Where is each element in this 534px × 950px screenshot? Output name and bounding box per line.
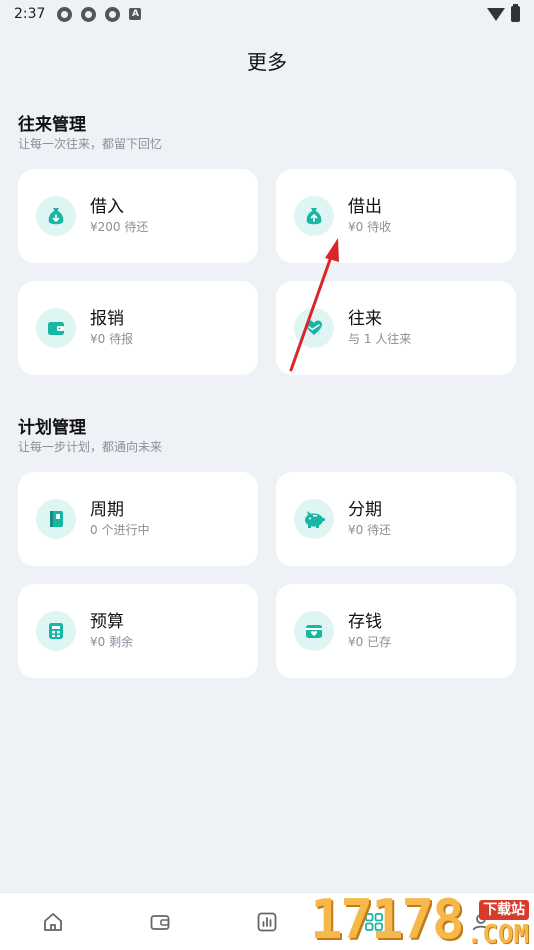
book-icon	[36, 499, 76, 539]
calculator-icon	[36, 611, 76, 651]
status-bar: 2:37 A	[0, 0, 534, 28]
section-subtitle-plans: 让每一步计划，都通向未来	[18, 440, 163, 454]
card-label: 预算	[90, 612, 124, 632]
card-subtext: ¥0 待收	[348, 220, 392, 234]
card-subtext: ¥200 待还	[90, 220, 149, 234]
card-subtext: 与 1 人往来	[348, 332, 412, 346]
card-subtext: ¥0 待还	[348, 523, 392, 537]
home-icon	[44, 912, 63, 931]
page-title: 更多	[247, 50, 287, 74]
card-label: 周期	[90, 500, 124, 520]
card-label: 借出	[348, 197, 382, 217]
tab-home[interactable]	[33, 902, 73, 942]
watermark-logo: 17178 下载站 .COM	[310, 886, 534, 950]
chart-icon	[257, 912, 277, 931]
tab-stats[interactable]	[247, 902, 287, 942]
money-bag-up-icon	[294, 196, 334, 236]
wallet-icon	[150, 914, 170, 930]
card-cycle[interactable]: 周期 0 个进行中	[18, 472, 258, 566]
section-title-plans: 计划管理	[18, 418, 86, 438]
status-time: 2:37	[14, 6, 46, 22]
card-installment[interactable]: 分期 ¥0 待还	[276, 472, 516, 566]
heart-hands-icon	[294, 308, 334, 348]
card-subtext: 0 个进行中	[90, 523, 150, 537]
wallet-icon	[36, 308, 76, 348]
notification-a-icon: A	[129, 8, 142, 20]
card-subtext: ¥0 剩余	[90, 635, 134, 649]
wifi-icon	[487, 7, 505, 21]
status-right	[487, 4, 520, 22]
notification-icon	[81, 6, 97, 22]
card-label: 借入	[90, 197, 124, 217]
card-reimburse[interactable]: 报销 ¥0 待报	[18, 281, 258, 375]
watermark-suffix: .COM	[466, 920, 530, 950]
card-label: 存钱	[348, 612, 382, 632]
watermark-digits: 17178	[310, 888, 465, 950]
battery-icon	[511, 4, 520, 22]
money-bag-down-icon	[36, 196, 76, 236]
card-contacts[interactable]: 往来 与 1 人往来	[276, 281, 516, 375]
card-heart-icon	[294, 611, 334, 651]
card-label: 报销	[90, 309, 124, 329]
card-lend-out[interactable]: 借出 ¥0 待收	[276, 169, 516, 263]
section-subtitle-contacts: 让每一次往来，都留下回忆	[18, 137, 163, 151]
card-label: 分期	[348, 500, 382, 520]
notification-icon	[57, 6, 73, 22]
section-title-contacts: 往来管理	[18, 115, 86, 135]
card-budget[interactable]: 预算 ¥0 剩余	[18, 584, 258, 678]
card-label: 往来	[348, 309, 382, 329]
notification-icon	[105, 6, 121, 22]
card-subtext: ¥0 已存	[348, 635, 392, 649]
tab-wallet[interactable]	[140, 902, 180, 942]
card-subtext: ¥0 待报	[90, 332, 134, 346]
watermark-badge: 下载站	[479, 900, 530, 920]
card-savings[interactable]: 存钱 ¥0 已存	[276, 584, 516, 678]
piggy-bank-icon	[294, 499, 334, 539]
card-borrow-in[interactable]: 借入 ¥200 待还	[18, 169, 258, 263]
